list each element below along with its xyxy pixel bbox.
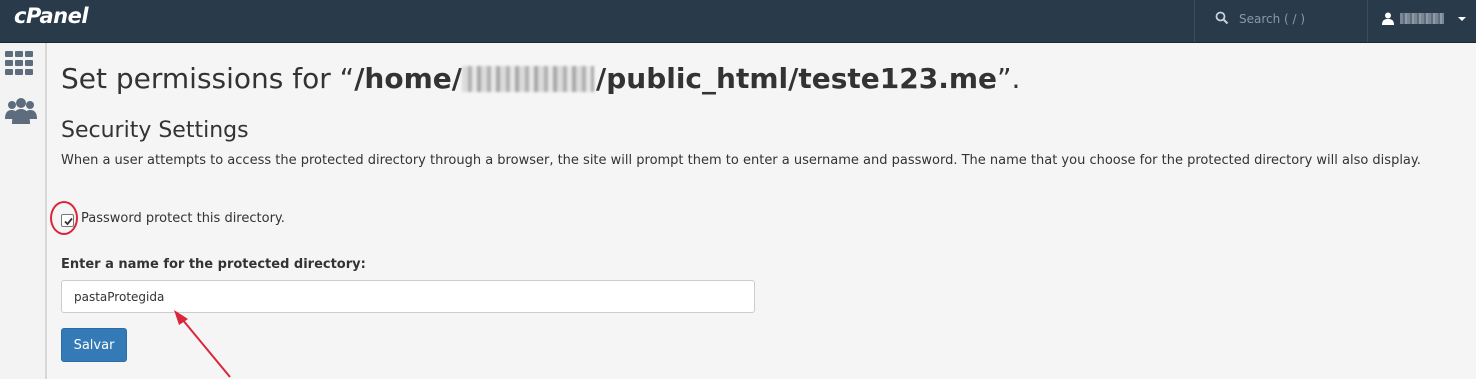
chevron-down-icon (1458, 17, 1466, 21)
annotation-arrow-icon (174, 310, 231, 378)
redacted-username (461, 66, 594, 92)
search-box[interactable] (1194, 0, 1368, 42)
sidebar-item-users[interactable] (5, 97, 37, 127)
page-title: Set permissions for “/home//public_html/… (61, 62, 1021, 95)
sidebar (0, 43, 47, 379)
password-protect-label[interactable]: Password protect this directory. (81, 211, 285, 226)
username-redacted (1400, 13, 1444, 24)
sidebar-item-home[interactable] (5, 51, 37, 81)
save-button[interactable]: Salvar (61, 328, 127, 362)
user-icon (1382, 12, 1394, 25)
top-navbar: cPanel (0, 0, 1476, 43)
section-title: Security Settings (61, 118, 249, 143)
search-input[interactable] (1239, 10, 1359, 28)
grid-icon (5, 51, 33, 75)
search-icon (1215, 11, 1229, 25)
annotation-circle (50, 201, 78, 235)
users-icon (5, 98, 37, 124)
user-menu[interactable] (1380, 0, 1476, 42)
cpanel-logo[interactable]: cPanel (14, 4, 89, 28)
section-description: When a user attempts to access the prote… (61, 153, 1421, 168)
directory-name-label: Enter a name for the protected directory… (61, 257, 366, 272)
